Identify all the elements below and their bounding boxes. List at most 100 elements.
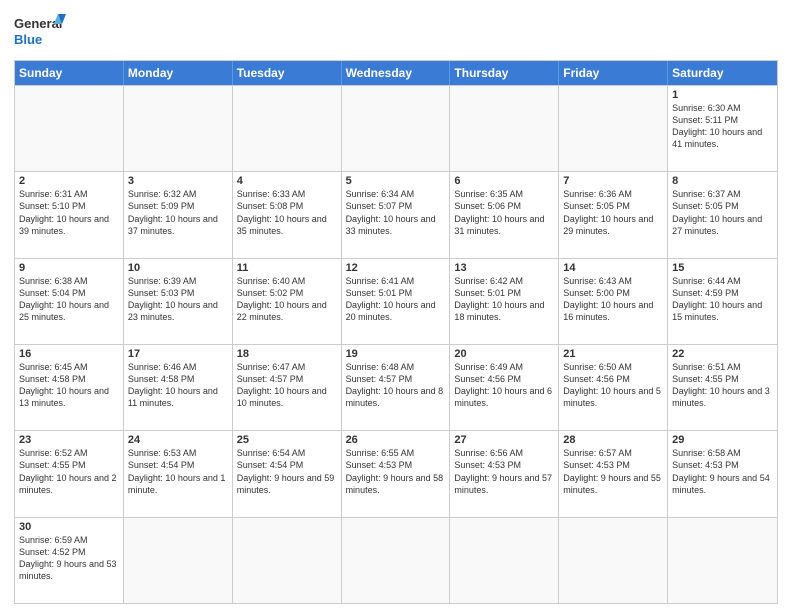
day-info: Sunrise: 6:55 AM Sunset: 4:53 PM Dayligh… <box>346 447 446 496</box>
day-number: 5 <box>346 175 446 187</box>
day-cell-1: 1Sunrise: 6:30 AM Sunset: 5:11 PM Daylig… <box>668 86 777 171</box>
day-info: Sunrise: 6:54 AM Sunset: 4:54 PM Dayligh… <box>237 447 337 496</box>
day-header-thursday: Thursday <box>450 61 559 85</box>
day-info: Sunrise: 6:57 AM Sunset: 4:53 PM Dayligh… <box>563 447 663 496</box>
day-cell-17: 17Sunrise: 6:46 AM Sunset: 4:58 PM Dayli… <box>124 345 233 430</box>
day-number: 22 <box>672 348 773 360</box>
day-header-saturday: Saturday <box>668 61 777 85</box>
day-info: Sunrise: 6:36 AM Sunset: 5:05 PM Dayligh… <box>563 188 663 237</box>
calendar-body: 1Sunrise: 6:30 AM Sunset: 5:11 PM Daylig… <box>15 85 777 603</box>
day-cell-24: 24Sunrise: 6:53 AM Sunset: 4:54 PM Dayli… <box>124 431 233 516</box>
day-cell-28: 28Sunrise: 6:57 AM Sunset: 4:53 PM Dayli… <box>559 431 668 516</box>
week-row-4: 23Sunrise: 6:52 AM Sunset: 4:55 PM Dayli… <box>15 430 777 516</box>
day-cell-19: 19Sunrise: 6:48 AM Sunset: 4:57 PM Dayli… <box>342 345 451 430</box>
day-info: Sunrise: 6:41 AM Sunset: 5:01 PM Dayligh… <box>346 275 446 324</box>
day-header-sunday: Sunday <box>15 61 124 85</box>
empty-cell <box>342 518 451 603</box>
empty-cell <box>233 518 342 603</box>
week-row-2: 9Sunrise: 6:38 AM Sunset: 5:04 PM Daylig… <box>15 258 777 344</box>
day-info: Sunrise: 6:46 AM Sunset: 4:58 PM Dayligh… <box>128 361 228 410</box>
day-cell-2: 2Sunrise: 6:31 AM Sunset: 5:10 PM Daylig… <box>15 172 124 257</box>
day-number: 6 <box>454 175 554 187</box>
day-info: Sunrise: 6:35 AM Sunset: 5:06 PM Dayligh… <box>454 188 554 237</box>
day-info: Sunrise: 6:33 AM Sunset: 5:08 PM Dayligh… <box>237 188 337 237</box>
day-number: 19 <box>346 348 446 360</box>
empty-cell <box>233 86 342 171</box>
page: General Blue SundayMondayTuesdayWednesda… <box>0 0 792 612</box>
day-info: Sunrise: 6:31 AM Sunset: 5:10 PM Dayligh… <box>19 188 119 237</box>
calendar: SundayMondayTuesdayWednesdayThursdayFrid… <box>14 60 778 604</box>
empty-cell <box>668 518 777 603</box>
day-number: 20 <box>454 348 554 360</box>
day-info: Sunrise: 6:39 AM Sunset: 5:03 PM Dayligh… <box>128 275 228 324</box>
week-row-0: 1Sunrise: 6:30 AM Sunset: 5:11 PM Daylig… <box>15 85 777 171</box>
day-info: Sunrise: 6:52 AM Sunset: 4:55 PM Dayligh… <box>19 447 119 496</box>
day-number: 18 <box>237 348 337 360</box>
day-number: 8 <box>672 175 773 187</box>
day-number: 16 <box>19 348 119 360</box>
week-row-5: 30Sunrise: 6:59 AM Sunset: 4:52 PM Dayli… <box>15 517 777 603</box>
day-cell-30: 30Sunrise: 6:59 AM Sunset: 4:52 PM Dayli… <box>15 518 124 603</box>
day-number: 17 <box>128 348 228 360</box>
day-number: 9 <box>19 262 119 274</box>
day-number: 12 <box>346 262 446 274</box>
day-info: Sunrise: 6:56 AM Sunset: 4:53 PM Dayligh… <box>454 447 554 496</box>
day-info: Sunrise: 6:53 AM Sunset: 4:54 PM Dayligh… <box>128 447 228 496</box>
logo: General Blue <box>14 12 66 54</box>
day-header-tuesday: Tuesday <box>233 61 342 85</box>
empty-cell <box>559 518 668 603</box>
day-info: Sunrise: 6:45 AM Sunset: 4:58 PM Dayligh… <box>19 361 119 410</box>
empty-cell <box>559 86 668 171</box>
day-cell-3: 3Sunrise: 6:32 AM Sunset: 5:09 PM Daylig… <box>124 172 233 257</box>
day-cell-18: 18Sunrise: 6:47 AM Sunset: 4:57 PM Dayli… <box>233 345 342 430</box>
day-number: 7 <box>563 175 663 187</box>
day-number: 23 <box>19 434 119 446</box>
day-info: Sunrise: 6:43 AM Sunset: 5:00 PM Dayligh… <box>563 275 663 324</box>
day-info: Sunrise: 6:47 AM Sunset: 4:57 PM Dayligh… <box>237 361 337 410</box>
day-cell-15: 15Sunrise: 6:44 AM Sunset: 4:59 PM Dayli… <box>668 259 777 344</box>
day-info: Sunrise: 6:30 AM Sunset: 5:11 PM Dayligh… <box>672 102 773 151</box>
day-number: 27 <box>454 434 554 446</box>
day-cell-25: 25Sunrise: 6:54 AM Sunset: 4:54 PM Dayli… <box>233 431 342 516</box>
day-number: 4 <box>237 175 337 187</box>
calendar-header: SundayMondayTuesdayWednesdayThursdayFrid… <box>15 61 777 85</box>
day-info: Sunrise: 6:58 AM Sunset: 4:53 PM Dayligh… <box>672 447 773 496</box>
day-info: Sunrise: 6:44 AM Sunset: 4:59 PM Dayligh… <box>672 275 773 324</box>
day-cell-6: 6Sunrise: 6:35 AM Sunset: 5:06 PM Daylig… <box>450 172 559 257</box>
day-number: 11 <box>237 262 337 274</box>
day-info: Sunrise: 6:37 AM Sunset: 5:05 PM Dayligh… <box>672 188 773 237</box>
day-number: 25 <box>237 434 337 446</box>
day-info: Sunrise: 6:50 AM Sunset: 4:56 PM Dayligh… <box>563 361 663 410</box>
day-header-monday: Monday <box>124 61 233 85</box>
day-cell-23: 23Sunrise: 6:52 AM Sunset: 4:55 PM Dayli… <box>15 431 124 516</box>
empty-cell <box>15 86 124 171</box>
empty-cell <box>124 518 233 603</box>
day-info: Sunrise: 6:42 AM Sunset: 5:01 PM Dayligh… <box>454 275 554 324</box>
day-cell-26: 26Sunrise: 6:55 AM Sunset: 4:53 PM Dayli… <box>342 431 451 516</box>
day-cell-4: 4Sunrise: 6:33 AM Sunset: 5:08 PM Daylig… <box>233 172 342 257</box>
day-info: Sunrise: 6:32 AM Sunset: 5:09 PM Dayligh… <box>128 188 228 237</box>
week-row-3: 16Sunrise: 6:45 AM Sunset: 4:58 PM Dayli… <box>15 344 777 430</box>
week-row-1: 2Sunrise: 6:31 AM Sunset: 5:10 PM Daylig… <box>15 171 777 257</box>
day-cell-14: 14Sunrise: 6:43 AM Sunset: 5:00 PM Dayli… <box>559 259 668 344</box>
header: General Blue <box>14 12 778 54</box>
empty-cell <box>450 86 559 171</box>
day-number: 2 <box>19 175 119 187</box>
day-info: Sunrise: 6:38 AM Sunset: 5:04 PM Dayligh… <box>19 275 119 324</box>
day-number: 1 <box>672 89 773 101</box>
day-info: Sunrise: 6:34 AM Sunset: 5:07 PM Dayligh… <box>346 188 446 237</box>
day-cell-8: 8Sunrise: 6:37 AM Sunset: 5:05 PM Daylig… <box>668 172 777 257</box>
empty-cell <box>124 86 233 171</box>
day-cell-11: 11Sunrise: 6:40 AM Sunset: 5:02 PM Dayli… <box>233 259 342 344</box>
day-info: Sunrise: 6:59 AM Sunset: 4:52 PM Dayligh… <box>19 534 119 583</box>
day-number: 26 <box>346 434 446 446</box>
day-number: 15 <box>672 262 773 274</box>
day-info: Sunrise: 6:51 AM Sunset: 4:55 PM Dayligh… <box>672 361 773 410</box>
day-cell-7: 7Sunrise: 6:36 AM Sunset: 5:05 PM Daylig… <box>559 172 668 257</box>
day-info: Sunrise: 6:49 AM Sunset: 4:56 PM Dayligh… <box>454 361 554 410</box>
day-header-wednesday: Wednesday <box>342 61 451 85</box>
day-number: 10 <box>128 262 228 274</box>
empty-cell <box>342 86 451 171</box>
day-number: 28 <box>563 434 663 446</box>
day-info: Sunrise: 6:48 AM Sunset: 4:57 PM Dayligh… <box>346 361 446 410</box>
